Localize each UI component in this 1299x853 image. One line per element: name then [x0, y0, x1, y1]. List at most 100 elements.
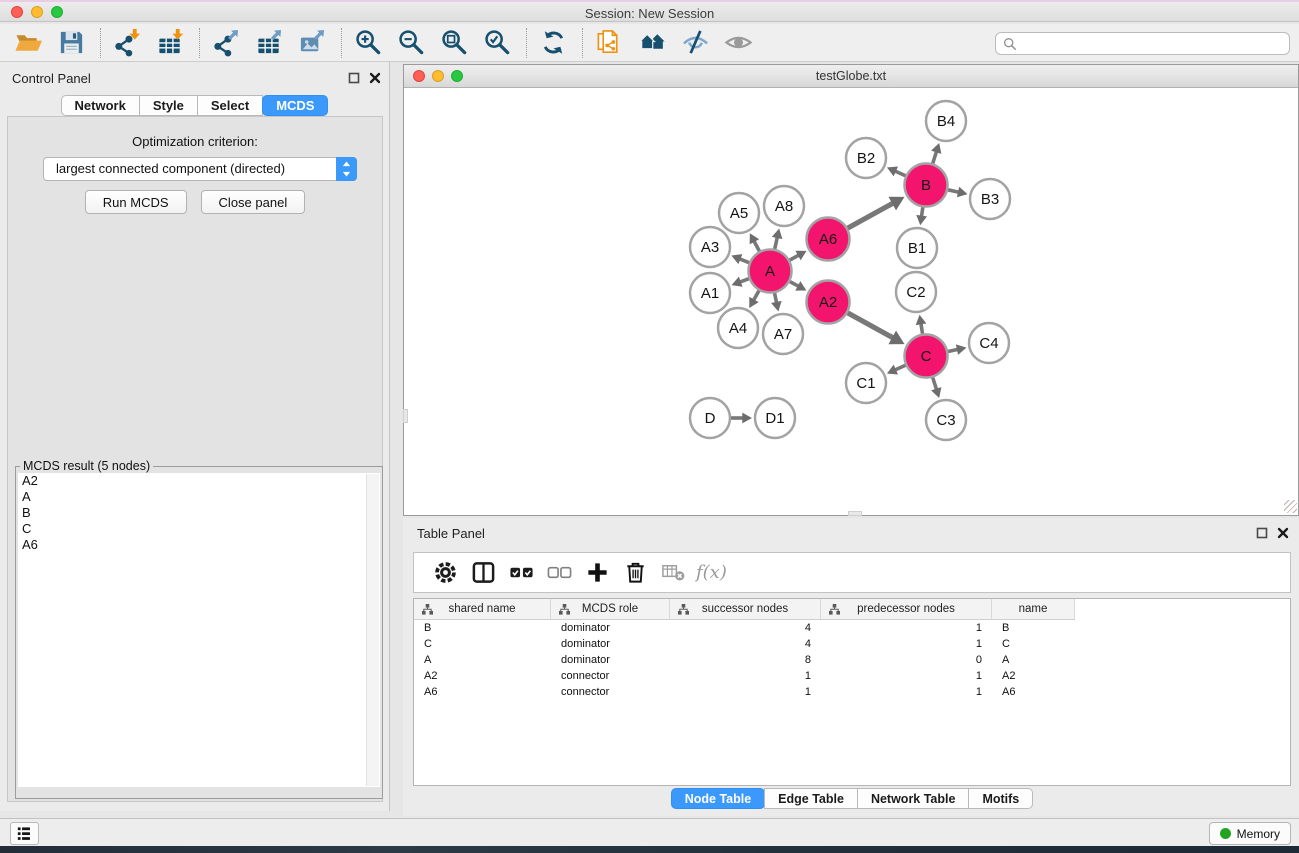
table-cell[interactable]: 1 — [821, 620, 992, 636]
column-icon[interactable] — [468, 558, 498, 588]
table-cell[interactable]: 1 — [670, 668, 821, 684]
table-cell[interactable]: 4 — [670, 636, 821, 652]
edge-C-C2[interactable] — [916, 315, 927, 334]
deselect-all-icon[interactable] — [544, 558, 574, 588]
network-window-titlebar[interactable]: testGlobe.txt — [404, 65, 1298, 88]
export-image-icon[interactable] — [296, 27, 329, 59]
table-cell[interactable]: 1 — [670, 684, 821, 700]
column-header-MCDS-role[interactable]: MCDS role — [551, 599, 670, 620]
node-A1[interactable]: A1 — [690, 273, 730, 313]
node-B3[interactable]: B3 — [970, 179, 1010, 219]
mcds-result-item[interactable]: A6 — [18, 537, 380, 553]
table-cell[interactable]: dominator — [551, 620, 670, 636]
memory-button[interactable]: Memory — [1209, 822, 1291, 845]
table-cell[interactable]: 1 — [821, 684, 992, 700]
tab-style[interactable]: Style — [139, 95, 198, 116]
edge-A-A1[interactable] — [732, 277, 749, 287]
edge-B-B3[interactable] — [948, 187, 968, 198]
zoom-out-icon[interactable] — [395, 27, 428, 59]
close-table-panel-icon[interactable] — [1277, 527, 1289, 539]
node-D[interactable]: D — [690, 398, 730, 438]
edge-A-A6[interactable] — [790, 251, 807, 260]
import-network-icon[interactable] — [111, 27, 144, 59]
table-cell[interactable]: 1 — [821, 668, 992, 684]
open-folder-icon[interactable] — [12, 27, 45, 59]
node-D1[interactable]: D1 — [755, 398, 795, 438]
function-builder-icon[interactable]: f(x) — [696, 562, 727, 583]
network-zoom-button[interactable] — [451, 70, 463, 82]
import-table-icon[interactable] — [154, 27, 187, 59]
criterion-dropdown[interactable]: largest connected component (directed) — [43, 157, 357, 181]
table-cell[interactable]: dominator — [551, 636, 670, 652]
table-tab-node-table[interactable]: Node Table — [671, 788, 765, 809]
add-column-icon[interactable] — [582, 558, 612, 588]
hide-selected-icon[interactable] — [679, 27, 712, 59]
delete-table-icon[interactable] — [658, 558, 688, 588]
network-minimize-button[interactable] — [432, 70, 444, 82]
export-network-icon[interactable] — [210, 27, 243, 59]
node-C2[interactable]: C2 — [896, 272, 936, 312]
network-close-button[interactable] — [413, 70, 425, 82]
zoom-in-icon[interactable] — [352, 27, 385, 59]
save-icon[interactable] — [55, 27, 88, 59]
table-cell[interactable]: A2 — [414, 668, 551, 684]
table-cell[interactable]: connector — [551, 668, 670, 684]
node-A2[interactable]: A2 — [807, 281, 850, 324]
zoom-fit-icon[interactable] — [438, 27, 471, 59]
edge-A-A7[interactable] — [771, 293, 782, 311]
delete-column-icon[interactable] — [620, 558, 650, 588]
split-handle-bottom[interactable] — [848, 511, 862, 516]
table-cell[interactable]: connector — [551, 684, 670, 700]
column-header-successor-nodes[interactable]: successor nodes — [670, 599, 821, 620]
edge-A-A2[interactable] — [790, 281, 807, 291]
tab-select[interactable]: Select — [197, 95, 263, 116]
column-header-predecessor-nodes[interactable]: predecessor nodes — [821, 599, 992, 620]
mcds-result-item[interactable]: B — [18, 505, 380, 521]
node-A7[interactable]: A7 — [763, 314, 803, 354]
table-cell[interactable]: 8 — [670, 652, 821, 668]
column-header-shared-name[interactable]: shared name — [414, 599, 551, 620]
table-cell[interactable]: C — [414, 636, 551, 652]
edge-A-A8[interactable] — [772, 228, 783, 249]
column-header-name[interactable]: name — [992, 599, 1075, 620]
resize-grip-icon[interactable] — [1284, 500, 1297, 513]
search-input[interactable] — [1021, 34, 1289, 53]
network-canvas[interactable]: B4B2BB3A8A5A6B1A3AA1C2A2A4A7C4CC1C3DD1 — [404, 88, 1298, 514]
result-scrollbar[interactable] — [366, 474, 379, 786]
edge-C-C4[interactable] — [948, 344, 966, 355]
mcds-result-list[interactable]: A2ABCA6 — [18, 473, 380, 787]
float-table-panel-icon[interactable] — [1256, 527, 1268, 539]
edge-B-B4[interactable] — [931, 143, 941, 164]
first-neighbors-icon[interactable] — [636, 27, 669, 59]
mcds-result-item[interactable]: A2 — [18, 473, 380, 489]
network-graph[interactable]: B4B2BB3A8A5A6B1A3AA1C2A2A4A7C4CC1C3DD1 — [404, 88, 1298, 514]
tab-mcds[interactable]: MCDS — [262, 95, 328, 116]
table-row-B[interactable]: Bdominator41B — [414, 620, 1290, 636]
node-A3[interactable]: A3 — [690, 227, 730, 267]
node-B4[interactable]: B4 — [926, 101, 966, 141]
task-history-button[interactable] — [10, 822, 39, 845]
table-cell[interactable]: B — [992, 620, 1075, 636]
node-B2[interactable]: B2 — [846, 138, 886, 178]
node-A4[interactable]: A4 — [718, 308, 758, 348]
new-network-from-selection-icon[interactable] — [593, 27, 626, 59]
table-cell[interactable]: A6 — [414, 684, 551, 700]
node-C1[interactable]: C1 — [846, 363, 886, 403]
table-row-A2[interactable]: A2connector11A2 — [414, 668, 1290, 684]
edge-A-A4[interactable] — [749, 291, 759, 308]
table-tab-network-table[interactable]: Network Table — [857, 788, 970, 809]
table-row-C[interactable]: Cdominator41C — [414, 636, 1290, 652]
edge-B-B2[interactable] — [887, 167, 906, 177]
window-titlebar[interactable]: Session: New Session — [0, 0, 1299, 22]
edge-A-A3[interactable] — [731, 254, 749, 264]
node-A5[interactable]: A5 — [719, 193, 759, 233]
node-A8[interactable]: A8 — [764, 186, 804, 226]
search-box[interactable] — [995, 32, 1290, 55]
close-panel-button[interactable]: Close panel — [201, 190, 306, 214]
table-tab-edge-table[interactable]: Edge Table — [764, 788, 858, 809]
node-A6[interactable]: A6 — [807, 218, 850, 261]
table-cell[interactable]: 0 — [821, 652, 992, 668]
edge-A6-B[interactable] — [848, 197, 905, 228]
node-B[interactable]: B — [905, 164, 948, 207]
edge-C-C1[interactable] — [887, 365, 906, 375]
